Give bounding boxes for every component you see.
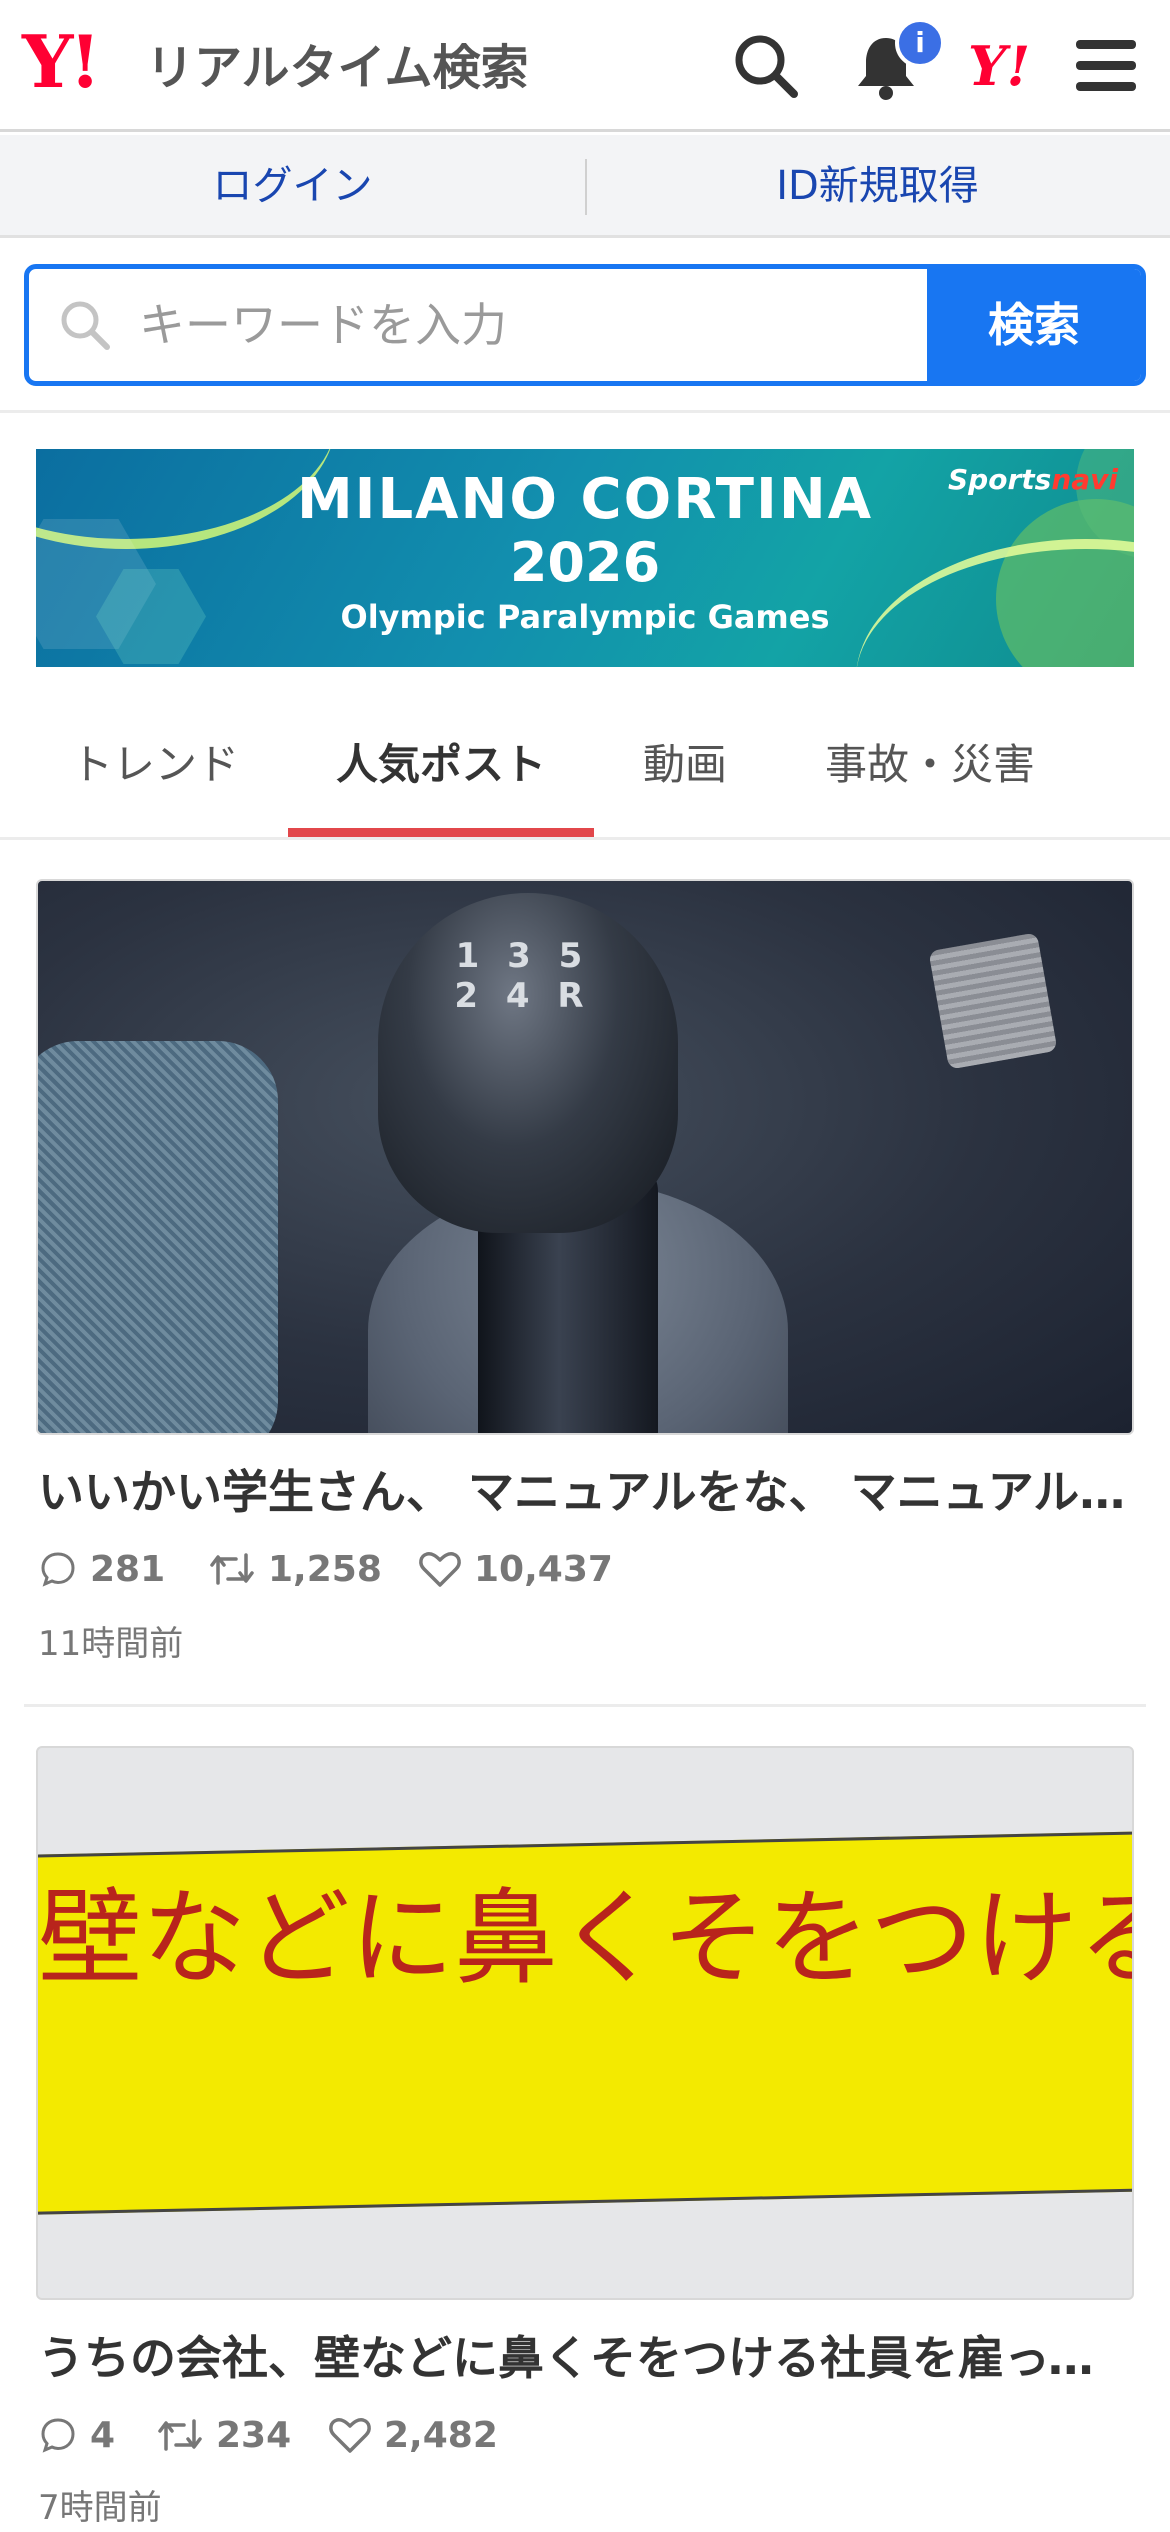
reply-count[interactable]: 281 (38, 1544, 165, 1594)
app-header: Y! リアルタイム検索 i Y! (0, 0, 1170, 132)
post-title[interactable]: うちの会社、壁などに鼻くそをつける社員を雇っている (38, 2328, 1128, 2388)
search-form: 検索 (24, 264, 1146, 386)
banner-year: 2026 (509, 531, 661, 594)
repost-count-value: 234 (216, 2414, 292, 2456)
search-glass-icon (57, 297, 113, 353)
tab-trend[interactable]: トレンド (30, 700, 280, 837)
repost-icon (210, 1553, 254, 1585)
banner-subtitle: Olympic Paralympic Games (340, 598, 830, 636)
yahoo-top-link[interactable]: Y! (968, 36, 1030, 96)
login-link[interactable]: ログイン (0, 135, 585, 238)
tab-videos[interactable]: 動画 (600, 700, 770, 837)
post-timestamp: 7時間前 (38, 2488, 162, 2528)
repost-icon (158, 2419, 202, 2451)
logo-title[interactable]: リアルタイム検索 (146, 38, 529, 98)
search-input[interactable] (139, 269, 949, 381)
like-count[interactable]: 2,482 (328, 2410, 498, 2460)
sportsnavi-logo: Sportsnavi (948, 463, 1118, 496)
repost-count[interactable]: 1,258 (208, 1544, 382, 1594)
category-tabs: トレンド 人気ポスト 動画 事故・災害 (0, 700, 1170, 840)
reply-count-value: 4 (90, 2414, 116, 2456)
reply-icon (41, 1552, 75, 1587)
account-bar: ログイン ID新規取得 (0, 135, 1170, 238)
heart-icon (329, 2418, 371, 2453)
reply-count-value: 281 (90, 1548, 166, 1590)
post-image[interactable]: 壁などに鼻くそをつけるな (36, 1746, 1134, 2300)
menu-icon[interactable] (1070, 30, 1142, 102)
sign-text: 壁などに鼻くそをつけるな (38, 1877, 1132, 1999)
active-tab-indicator (288, 828, 594, 837)
divider (0, 410, 1170, 413)
search-button[interactable]: 検索 (927, 269, 1141, 381)
brand-navi: navi (1051, 463, 1118, 496)
reply-count[interactable]: 4 (38, 2410, 115, 2460)
signup-link[interactable]: ID新規取得 (585, 135, 1170, 238)
divider (24, 1704, 1146, 1707)
post-timestamp: 11時間前 (38, 1624, 184, 1664)
tab-popular-posts[interactable]: 人気ポスト (288, 700, 594, 837)
olympics-banner[interactable]: MILANO CORTINA 2026 Olympic Paralympic G… (36, 449, 1134, 667)
tab-accidents-disasters[interactable]: 事故・災害 (790, 700, 1070, 837)
reply-icon (41, 2418, 75, 2453)
like-count[interactable]: 10,437 (418, 1544, 613, 1594)
shift-pattern-text: 1 3 5 2 4 R (454, 936, 592, 1016)
yahoo-logo[interactable]: Y! (22, 26, 101, 98)
heart-icon (419, 1552, 461, 1587)
repost-count[interactable]: 234 (156, 2410, 291, 2460)
like-count-value: 10,437 (474, 1548, 613, 1590)
search-icon[interactable] (730, 30, 802, 102)
notification-badge: i (895, 18, 945, 68)
post-title[interactable]: いいかい学生さん、 マニュアルをな、 マニュアルをな (38, 1462, 1128, 1522)
repost-count-value: 1,258 (268, 1548, 382, 1590)
post-image[interactable]: 1 3 5 2 4 R (36, 879, 1134, 1435)
brand-sports: Sports (948, 463, 1052, 496)
like-count-value: 2,482 (384, 2414, 498, 2456)
